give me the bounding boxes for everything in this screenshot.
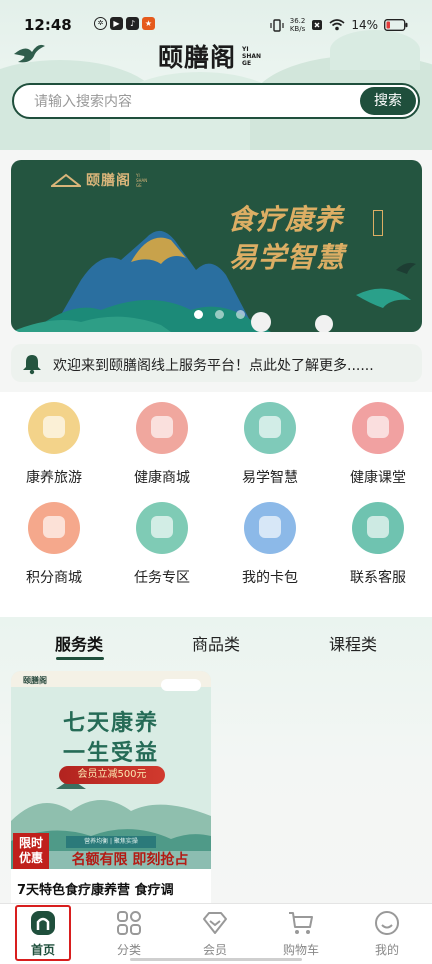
product-card[interactable]: 颐膳阁 七天康养 一生受益 会员立减500元 营养均衡 | 聚焦实操 限时 优惠… [11, 671, 211, 907]
card-wallet-icon [244, 502, 296, 554]
app-badge-icon: ★ [142, 17, 155, 30]
wisdom-book-icon [244, 402, 296, 454]
menu-item-label: 易学智慧 [242, 470, 298, 486]
customer-service-icon [352, 502, 404, 554]
app-screen: { "status_bar": { "time": "12:48", "netw… [0, 0, 432, 964]
tab-products[interactable]: 商品类 [192, 631, 240, 655]
card-logo: 颐膳阁 [23, 675, 47, 685]
brand-pinyin-line: SHAN [242, 52, 262, 60]
brand-name: 颐膳阁 [158, 43, 237, 72]
brand-logo: 颐膳阁 YI SHAN GE [158, 38, 261, 74]
banner-logo: 颐膳阁 YI SHAN GE [51, 170, 147, 190]
feature-menu-grid: 康养旅游 健康商城 易学智慧 健康课堂 积分商城 任务专区 我的卡包 联系客服 [0, 392, 432, 617]
brand-pinyin-line: YI [242, 45, 249, 53]
home-indicator [130, 958, 302, 961]
shopping-cart-icon [289, 912, 313, 934]
banner-pinyin-line: GE [136, 182, 142, 188]
wellness-travel-icon [28, 402, 80, 454]
tab-category[interactable]: 分类 [86, 904, 172, 964]
tab-courses[interactable]: 课程类 [329, 631, 377, 655]
menu-item-label: 健康课堂 [350, 470, 406, 486]
card-discount-ribbon: 会员立减500元 [59, 766, 165, 784]
tab-label: 我的 [374, 943, 399, 957]
tab-member[interactable]: 会员 [172, 904, 258, 964]
menu-item-health-class[interactable]: 健康课堂 [324, 392, 432, 492]
menu-item-wellness-travel[interactable]: 康养旅游 [0, 392, 108, 492]
menu-item-label: 健康商城 [134, 470, 190, 486]
swallow-bird-icon [14, 44, 45, 63]
search-button[interactable]: 搜索 [360, 87, 416, 115]
tiktok-icon: ♪ [126, 17, 139, 30]
menu-item-label: 积分商城 [26, 570, 82, 586]
network-speed-value: 36.2 [289, 17, 306, 25]
banner-logo-name: 颐膳阁 [86, 173, 131, 189]
banner-seal [373, 210, 383, 236]
pinwheel-icon: ✲ [94, 17, 107, 30]
menu-item-health-mall[interactable]: 健康商城 [108, 392, 216, 492]
battery-icon [384, 19, 408, 31]
profile-smile-icon [375, 911, 399, 935]
banner-pinyin-line: SHAN [136, 177, 148, 183]
task-zone-icon [136, 502, 188, 554]
health-mall-icon [136, 402, 188, 454]
tab-services[interactable]: 服务类 [55, 631, 103, 655]
menu-item-wisdom[interactable]: 易学智慧 [216, 392, 324, 492]
card-headline-line2: 一生受益 [62, 740, 159, 766]
member-diamond-icon [203, 912, 227, 934]
network-speed: 36.2 KB/s [290, 17, 306, 33]
menu-item-label: 任务专区 [134, 570, 190, 586]
badge-line: 限时 [18, 836, 43, 850]
menu-item-points-mall[interactable]: 积分商城 [0, 492, 108, 592]
menu-item-task-zone[interactable]: 任务专区 [108, 492, 216, 592]
tab-profile[interactable]: 我的 [344, 904, 430, 964]
category-grid-icon [117, 911, 141, 935]
limited-offer-badge: 限时 优惠 [13, 833, 49, 869]
tab-active-indicator [56, 657, 104, 660]
card-promo-text: 名额有限 即刻抢占 [49, 851, 211, 869]
card-tags: 营养均衡 | 聚焦实操 [66, 836, 156, 848]
tab-label: 分类 [116, 943, 141, 957]
brand-pinyin-line: GE [242, 59, 252, 67]
banner-slogan-line1: 食疗康养 [227, 203, 344, 236]
card-title: 7天特色食疗康养营 食疗调 [11, 869, 211, 907]
menu-item-card-wallet[interactable]: 我的卡包 [216, 492, 324, 592]
vibrate-icon [270, 18, 284, 32]
brand-pinyin: YI SHAN GE [242, 46, 261, 67]
bell-icon [23, 355, 41, 375]
card-headline-line1: 七天康养 [62, 710, 159, 736]
promo-banner[interactable]: 颐膳阁 YI SHAN GE 食疗康养 易学智慧 [11, 160, 422, 332]
banner-slogan-line2: 易学智慧 [229, 241, 346, 274]
network-speed-unit: KB/s [289, 25, 306, 33]
status-right: 36.2 KB/s 14% [270, 17, 408, 33]
header: 12:48 ✲ ▶ ♪ ★ 36.2 KB/s 14% 颐膳阁 YI SHAN G… [0, 0, 432, 150]
notice-bar[interactable]: 欢迎来到颐膳阁线上服务平台！点此处了解更多...... [11, 344, 422, 382]
menu-item-label: 康养旅游 [26, 470, 82, 486]
no-sim-icon [312, 20, 323, 30]
pagination-dot[interactable] [236, 310, 245, 319]
pagination-dot[interactable] [215, 310, 224, 319]
badge-line: 优惠 [18, 851, 43, 865]
menu-item-label: 我的卡包 [242, 570, 298, 586]
active-tab-highlight [15, 905, 71, 961]
notification-icons: ✲ ▶ ♪ ★ [94, 17, 155, 30]
banner-logo-pinyin: YI SHAN GE [136, 173, 147, 188]
menu-item-label: 联系客服 [350, 570, 406, 586]
battery-percent: 14% [351, 18, 378, 32]
health-class-icon [352, 402, 404, 454]
points-mall-icon [28, 502, 80, 554]
pavilion-roof-icon [51, 173, 81, 187]
pagination-dot[interactable] [194, 310, 203, 319]
tab-label: 会员 [202, 943, 227, 957]
search-input[interactable] [34, 91, 334, 113]
product-section: 服务类 商品类 课程类 颐膳阁 七天康养 一生受益 会员立减500元 营养均衡 … [0, 617, 432, 907]
wifi-icon [329, 19, 345, 31]
search-bar: 搜索 [12, 83, 420, 119]
notice-text: 欢迎来到颐膳阁线上服务平台！点此处了解更多...... [53, 358, 374, 374]
status-time: 12:48 [24, 16, 72, 34]
video-app-icon: ▶ [110, 17, 123, 30]
banner-pagination [194, 310, 245, 319]
tab-label: 购物车 [282, 943, 319, 957]
tab-cart[interactable]: 购物车 [258, 904, 344, 964]
menu-item-customer-service[interactable]: 联系客服 [324, 492, 432, 592]
